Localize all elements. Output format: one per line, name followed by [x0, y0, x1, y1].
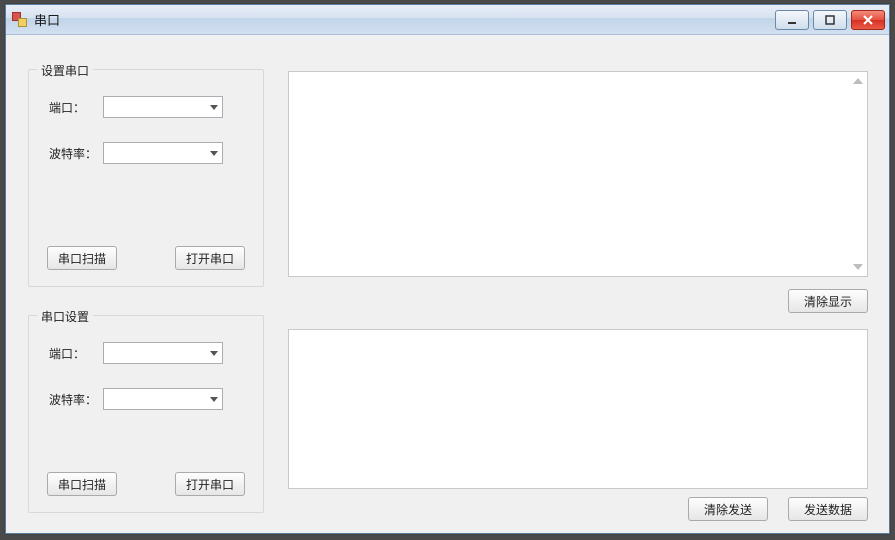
chevron-down-icon — [210, 105, 218, 110]
chevron-down-icon — [210, 151, 218, 156]
app-window: 串口 设置串口 端口： 波特率： — [5, 4, 890, 534]
app-icon — [12, 12, 28, 28]
button-row-2: 串口扫描 — [47, 472, 117, 496]
open-button-1[interactable]: 打开串口 — [175, 246, 245, 270]
port-combo-1[interactable] — [103, 96, 223, 118]
window-title: 串口 — [34, 10, 771, 29]
client-area: 设置串口 端口： 波特率： 串口扫描 打开串口 — [10, 39, 885, 529]
baud-label: 波特率： — [49, 145, 103, 162]
display-textarea[interactable] — [288, 71, 868, 277]
button-row-1b: 打开串口 — [175, 246, 245, 270]
group-serial-config-1: 设置串口 端口： 波特率： 串口扫描 打开串口 — [28, 69, 264, 287]
button-row-2b: 打开串口 — [175, 472, 245, 496]
port-label: 端口： — [49, 99, 103, 116]
baud-row-1: 波特率： — [49, 142, 223, 164]
scroll-down-icon — [853, 264, 863, 270]
scroll-up-icon — [853, 78, 863, 84]
baud-label: 波特率： — [49, 391, 103, 408]
maximize-icon — [824, 14, 836, 26]
titlebar: 串口 — [6, 5, 889, 35]
send-data-button[interactable]: 发送数据 — [788, 497, 868, 521]
baud-combo-1[interactable] — [103, 142, 223, 164]
close-icon — [862, 14, 874, 26]
clear-send-button[interactable]: 清除发送 — [688, 497, 768, 521]
group-legend: 设置串口 — [37, 62, 93, 79]
chevron-down-icon — [210, 351, 218, 356]
open-button-2[interactable]: 打开串口 — [175, 472, 245, 496]
port-label: 端口： — [49, 345, 103, 362]
send-textarea[interactable] — [288, 329, 868, 489]
port-combo-2[interactable] — [103, 342, 223, 364]
minimize-icon — [786, 14, 798, 26]
group-legend: 串口设置 — [37, 308, 93, 325]
baud-combo-2[interactable] — [103, 388, 223, 410]
chevron-down-icon — [210, 397, 218, 402]
scan-button-2[interactable]: 串口扫描 — [47, 472, 117, 496]
baud-row-2: 波特率： — [49, 388, 223, 410]
port-row-2: 端口： — [49, 342, 223, 364]
scan-button-1[interactable]: 串口扫描 — [47, 246, 117, 270]
button-row-1: 串口扫描 — [47, 246, 117, 270]
group-serial-config-2: 串口设置 端口： 波特率： 串口扫描 打开串口 — [28, 315, 264, 513]
maximize-button[interactable] — [813, 10, 847, 30]
minimize-button[interactable] — [775, 10, 809, 30]
clear-display-button[interactable]: 清除显示 — [788, 289, 868, 313]
port-row-1: 端口： — [49, 96, 223, 118]
close-button[interactable] — [851, 10, 885, 30]
